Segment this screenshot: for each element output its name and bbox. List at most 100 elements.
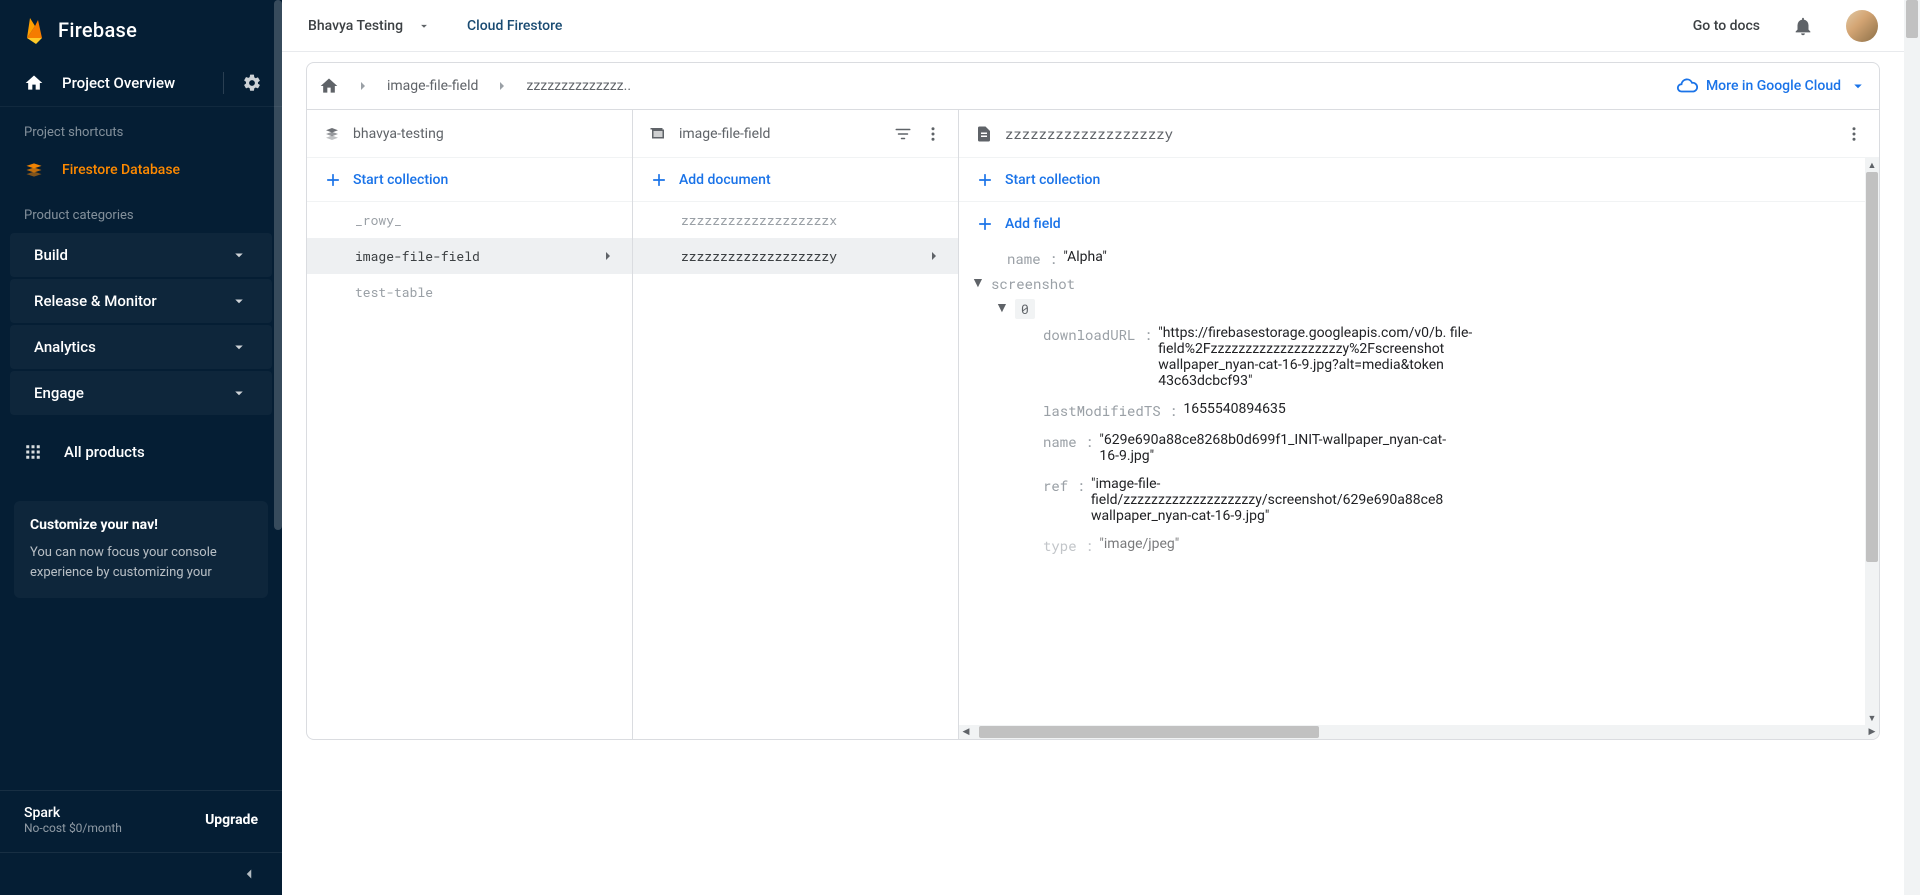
field-row-innername[interactable]: name : "629e690a88ce8268b0d699f1_INIT-wa… (959, 429, 1879, 467)
document-item[interactable]: zzzzzzzzzzzzzzzzzzzx (633, 202, 958, 238)
topbar: Bhavya Testing Cloud Firestore Go to doc… (282, 0, 1904, 52)
chevron-down-icon (230, 246, 248, 264)
category-analytics-label: Analytics (34, 338, 96, 356)
firebase-logo-icon (24, 14, 48, 46)
field-row-lastmodified[interactable]: lastModifiedTS : 1655540894635 (959, 398, 1879, 423)
documents-header: image-file-field (633, 110, 958, 158)
document-icon (975, 125, 993, 143)
field-row-screenshot[interactable]: ▼ screenshot (959, 271, 1879, 296)
collections-header: bhavya-testing (307, 110, 632, 158)
sidebar-collapse-row (0, 852, 282, 895)
avatar[interactable] (1846, 10, 1878, 42)
collection-title: image-file-field (679, 126, 882, 142)
docs-link[interactable]: Go to docs (1693, 18, 1760, 34)
category-build[interactable]: Build (10, 233, 272, 277)
gear-icon[interactable] (242, 73, 262, 93)
collection-item[interactable]: image-file-field (307, 238, 632, 274)
array-index: 0 (1015, 299, 1035, 319)
project-overview-label: Project Overview (62, 74, 205, 92)
add-document-label: Add document (679, 172, 771, 188)
upgrade-button[interactable]: Upgrade (205, 812, 258, 828)
documents-panel: image-file-field Add document zzzzzzzzzz… (633, 110, 959, 739)
filter-icon[interactable] (894, 125, 912, 143)
firebase-logo-row[interactable]: Firebase (0, 0, 282, 60)
breadcrumb-seg2[interactable]: zzzzzzzzzzzzzz.. (526, 78, 631, 94)
category-release[interactable]: Release & Monitor (10, 279, 272, 323)
more-vert-icon[interactable] (924, 125, 942, 143)
category-build-label: Build (34, 246, 68, 264)
field-row-ref[interactable]: ref : "image-file-field/zzzzzzzzzzzzzzzz… (959, 473, 1879, 527)
shortcuts-header: Project shortcuts (0, 107, 282, 150)
root-title: bhavya-testing (353, 126, 616, 142)
apps-grid-icon (24, 443, 42, 461)
collection-item[interactable]: _rowy_ (307, 202, 632, 238)
firestore-panels: bhavya-testing Start collection _rowy_ i… (306, 110, 1880, 740)
divider (223, 72, 224, 94)
expand-triangle-icon[interactable]: ▼ (995, 299, 1009, 316)
promo-card: Customize your nav! You can now focus yo… (14, 501, 268, 598)
chevron-down-icon (1849, 77, 1867, 95)
breadcrumb-seg1[interactable]: image-file-field (387, 78, 478, 94)
collections-panel: bhavya-testing Start collection _rowy_ i… (307, 110, 633, 739)
field-row-name[interactable]: name : "Alpha" (959, 246, 1879, 271)
more-vert-icon[interactable] (1845, 125, 1863, 143)
category-engage[interactable]: Engage (10, 371, 272, 415)
page-title: Cloud Firestore (467, 18, 562, 34)
database-icon (323, 125, 341, 143)
add-document-button[interactable]: Add document (633, 158, 958, 202)
field-row-type[interactable]: type : "image/jpeg" (959, 533, 1879, 558)
plus-icon (975, 170, 995, 190)
start-subcollection-button[interactable]: Start collection (959, 158, 1879, 202)
scroll-right-arrow-icon[interactable]: ▶ (1865, 725, 1879, 739)
category-analytics[interactable]: Analytics (10, 325, 272, 369)
category-engage-label: Engage (34, 384, 84, 402)
bell-icon[interactable] (1792, 15, 1814, 37)
scroll-thumb[interactable] (979, 726, 1319, 738)
chevron-right-icon (926, 248, 942, 264)
document-id: zzzzzzzzzzzzzzzzzzzy (1005, 124, 1833, 143)
chevron-down-icon (230, 384, 248, 402)
document-detail-panel: zzzzzzzzzzzzzzzzzzzy Start collection Ad… (959, 110, 1879, 739)
scroll-thumb[interactable] (1906, 0, 1918, 38)
page-scrollbar[interactable] (1904, 0, 1920, 895)
firestore-icon (24, 160, 44, 180)
categories-header: Product categories (0, 190, 282, 233)
start-collection-button[interactable]: Start collection (307, 158, 632, 202)
all-products-nav[interactable]: All products (0, 425, 282, 479)
chevron-left-icon[interactable] (240, 865, 258, 883)
plan-sub: No-cost $0/month (24, 821, 122, 835)
horizontal-scrollbar[interactable]: ◀ ▶ (959, 725, 1879, 739)
cloud-link-label: More in Google Cloud (1706, 78, 1841, 94)
caret-down-icon[interactable] (417, 19, 431, 33)
chevron-down-icon (230, 292, 248, 310)
collection-icon (649, 125, 667, 143)
plus-icon (975, 214, 995, 234)
scroll-thumb[interactable] (1866, 172, 1878, 562)
vertical-scrollbar[interactable]: ▲ ▼ (1865, 158, 1879, 725)
sidebar-item-firestore[interactable]: Firestore Database (0, 150, 282, 190)
add-field-button[interactable]: Add field (959, 202, 1879, 246)
scroll-left-arrow-icon[interactable]: ◀ (959, 725, 973, 739)
plus-icon (323, 170, 343, 190)
scroll-down-arrow-icon[interactable]: ▼ (1865, 711, 1879, 725)
promo-title: Customize your nav! (30, 517, 252, 533)
collection-item[interactable]: test-table (307, 274, 632, 310)
start-collection-label: Start collection (353, 172, 448, 188)
scroll-up-arrow-icon[interactable]: ▲ (1865, 158, 1879, 172)
expand-triangle-icon[interactable]: ▼ (971, 274, 985, 291)
chevron-right-icon (600, 248, 616, 264)
plan-row: Spark No-cost $0/month Upgrade (0, 790, 282, 849)
field-row-downloadurl[interactable]: downloadURL : "https://firebasestorage.g… (959, 322, 1879, 392)
start-subcollection-label: Start collection (1005, 172, 1100, 188)
chevron-right-icon (355, 78, 371, 94)
home-icon (24, 73, 44, 93)
home-icon[interactable] (319, 76, 339, 96)
chevron-right-icon (494, 78, 510, 94)
sidebar-scrollbar[interactable] (274, 0, 282, 530)
promo-body: You can now focus your console experienc… (30, 543, 252, 582)
document-item[interactable]: zzzzzzzzzzzzzzzzzzzy (633, 238, 958, 274)
field-row-index0[interactable]: ▼ 0 (959, 296, 1879, 322)
project-overview-nav[interactable]: Project Overview (0, 60, 282, 107)
google-cloud-link[interactable]: More in Google Cloud (1676, 75, 1867, 97)
project-selector[interactable]: Bhavya Testing (308, 18, 403, 34)
